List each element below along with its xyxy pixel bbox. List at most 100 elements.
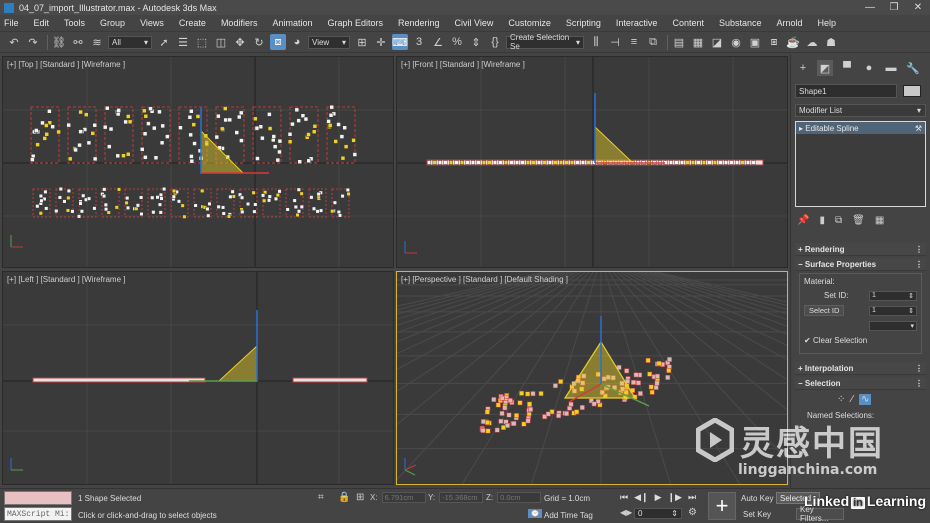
named-selection-set-dropdown[interactable]: Create Selection Se ▾ xyxy=(506,33,584,51)
time-tag-icon[interactable]: ⌚ xyxy=(528,509,542,518)
pivot-center-icon[interactable]: ⊞ xyxy=(354,34,370,50)
select-id-button[interactable]: Select ID xyxy=(804,305,845,316)
reference-coordinate-dropdown[interactable]: View ▾ xyxy=(308,35,350,49)
viewport-perspective-label[interactable]: [+] [Perspective ] [Standard ] [Default … xyxy=(401,275,568,284)
display-tab-icon[interactable]: ▬ xyxy=(883,60,899,76)
viewport-left-label[interactable]: [+] [Left ] [Standard ] [Wireframe ] xyxy=(7,275,126,284)
select-id-spinner[interactable]: 1 ⇕ xyxy=(869,305,917,316)
key-mode-icon[interactable]: ◀▶ xyxy=(620,508,632,517)
z-field[interactable]: 0.0cm xyxy=(497,492,542,503)
select-manipulate-icon[interactable]: ✛ xyxy=(373,34,389,50)
menu-scripting[interactable]: Scripting xyxy=(566,18,601,28)
scale-icon[interactable]: ⧈ xyxy=(270,34,286,50)
current-frame-field[interactable]: 0 ⇕ xyxy=(634,508,682,519)
render-shaded-icon[interactable]: ☗ xyxy=(823,34,839,50)
keyboard-shortcut-override-icon[interactable]: ⌨ xyxy=(392,34,408,50)
align-icon[interactable]: ⊣ xyxy=(607,34,623,50)
show-end-result-icon[interactable]: ▮ xyxy=(819,215,825,226)
render-production-icon[interactable]: ☕ xyxy=(785,34,801,50)
redo-icon[interactable]: ↷ xyxy=(25,34,41,50)
schematic-view-icon[interactable]: ◪ xyxy=(709,34,725,50)
viewport-top[interactable]: [+] [Top ] [Standard ] [Wireframe ] xyxy=(2,56,394,268)
material-editor-icon[interactable]: ◉ xyxy=(728,34,744,50)
maxscript-input[interactable]: MAXScript Mi: xyxy=(4,507,72,521)
menu-content[interactable]: Content xyxy=(672,18,704,28)
menu-interactive[interactable]: Interactive xyxy=(616,18,658,28)
unlink-icon[interactable]: ⚯ xyxy=(70,34,86,50)
menu-substance[interactable]: Substance xyxy=(719,18,762,28)
modifier-list-dropdown[interactable]: Modifier List ▾ xyxy=(795,104,926,117)
place-icon[interactable]: ◕ xyxy=(289,34,305,50)
toggle-scene-explorer-icon[interactable]: ≡ xyxy=(626,34,642,50)
make-unique-icon[interactable]: ⧉ xyxy=(835,215,842,226)
add-time-tag[interactable]: Add Time Tag xyxy=(544,511,593,520)
auto-key-button[interactable]: Auto Key xyxy=(741,494,773,503)
menu-civil-view[interactable]: Civil View xyxy=(455,18,494,28)
undo-icon[interactable]: ↶ xyxy=(6,34,22,50)
menu-create[interactable]: Create xyxy=(179,18,206,28)
rendering-rollout[interactable]: + Rendering ⋮ xyxy=(795,243,926,256)
menu-group[interactable]: Group xyxy=(100,18,125,28)
menu-modifiers[interactable]: Modifiers xyxy=(221,18,258,28)
motion-tab-icon[interactable]: ● xyxy=(861,60,877,76)
vertex-level-icon[interactable]: ⁘ xyxy=(837,394,845,405)
material-name-dropdown[interactable]: ▾ xyxy=(869,320,917,331)
object-name-field[interactable]: Shape1 xyxy=(795,84,897,98)
surface-properties-rollout[interactable]: − Surface Properties ⋮ xyxy=(795,258,926,271)
key-filters-button[interactable]: Key Filters... xyxy=(796,505,844,523)
set-key-button[interactable]: Set Key xyxy=(743,510,771,519)
pin-stack-icon[interactable]: 📌 xyxy=(797,215,809,226)
stack-item-editable-spline[interactable]: ▸ Editable Spline ⚒ xyxy=(796,122,925,134)
render-setup-icon[interactable]: ▣ xyxy=(747,34,763,50)
render-in-cloud-icon[interactable]: ☁ xyxy=(804,34,820,50)
select-object-icon[interactable]: ➚ xyxy=(156,34,172,50)
viewport-top-label[interactable]: [+] [Top ] [Standard ] [Wireframe ] xyxy=(7,60,125,69)
menu-rendering[interactable]: Rendering xyxy=(398,18,440,28)
toggle-layer-explorer-icon[interactable]: ⧉ xyxy=(645,34,661,50)
segment-level-icon[interactable]: ∕ xyxy=(851,394,853,405)
link-icon[interactable]: ⛓ xyxy=(51,34,67,50)
hierarchy-tab-icon[interactable]: ▀ xyxy=(839,60,855,76)
menu-help[interactable]: Help xyxy=(818,18,837,28)
menu-graph-editors[interactable]: Graph Editors xyxy=(327,18,383,28)
spinner-snap-icon[interactable]: ⇕ xyxy=(468,34,484,50)
menu-animation[interactable]: Animation xyxy=(272,18,312,28)
percent-snap-icon[interactable]: % xyxy=(449,34,465,50)
menu-customize[interactable]: Customize xyxy=(508,18,551,28)
set-id-spinner[interactable]: 1 ⇕ xyxy=(869,290,917,301)
time-configuration-icon[interactable]: ⚙ xyxy=(688,507,697,518)
bind-space-warp-icon[interactable]: ≋ xyxy=(89,34,105,50)
move-icon[interactable]: ✥ xyxy=(232,34,248,50)
menu-edit[interactable]: Edit xyxy=(34,18,50,28)
next-frame-icon[interactable]: ❙▶ xyxy=(668,492,682,503)
rendered-frame-window-icon[interactable]: ⧆ xyxy=(766,34,782,50)
spline-level-icon[interactable]: ∿ xyxy=(859,394,872,405)
toggle-ribbon-icon[interactable]: ▤ xyxy=(671,34,687,50)
object-color-swatch[interactable] xyxy=(903,85,921,97)
curve-editor-icon[interactable]: ▦ xyxy=(690,34,706,50)
modify-tab-icon[interactable]: ◩ xyxy=(817,60,833,76)
isolate-selection-icon[interactable]: ⌗ xyxy=(318,492,324,503)
rect-selection-icon[interactable]: ⬚ xyxy=(194,34,210,50)
set-keys-button[interactable]: + xyxy=(708,492,736,520)
configure-sets-icon[interactable]: ▦ xyxy=(875,215,884,226)
create-tab-icon[interactable]: + xyxy=(795,60,811,76)
viewport-front[interactable]: [+] [Front ] [Standard ] [Wireframe ] xyxy=(396,56,788,268)
previous-frame-icon[interactable]: ◀❙ xyxy=(634,492,648,503)
clear-selection-checkbox[interactable]: ✔ xyxy=(804,336,811,345)
go-to-start-icon[interactable]: ⏮ xyxy=(620,492,628,503)
minimize-button[interactable]: — xyxy=(858,0,882,15)
menu-tools[interactable]: Tools xyxy=(64,18,85,28)
viewport-left[interactable]: [+] [Left ] [Standard ] [Wireframe ] xyxy=(2,271,394,485)
interpolation-rollout[interactable]: + Interpolation ⋮ xyxy=(795,362,926,375)
go-to-end-icon[interactable]: ⏭ xyxy=(688,492,696,503)
viewport-front-label[interactable]: [+] [Front ] [Standard ] [Wireframe ] xyxy=(401,60,525,69)
selection-lock-icon[interactable]: 🔒 xyxy=(338,492,350,503)
close-button[interactable]: ✕ xyxy=(906,0,930,15)
x-field[interactable]: 6.791cm xyxy=(381,492,426,503)
menu-views[interactable]: Views xyxy=(140,18,164,28)
window-crossing-icon[interactable]: ◫ xyxy=(213,34,229,50)
absolute-mode-icon[interactable]: ⊞ xyxy=(356,492,364,503)
snap-3d-icon[interactable]: 3 xyxy=(411,34,427,50)
mirror-icon[interactable]: ⫼ xyxy=(588,34,604,50)
